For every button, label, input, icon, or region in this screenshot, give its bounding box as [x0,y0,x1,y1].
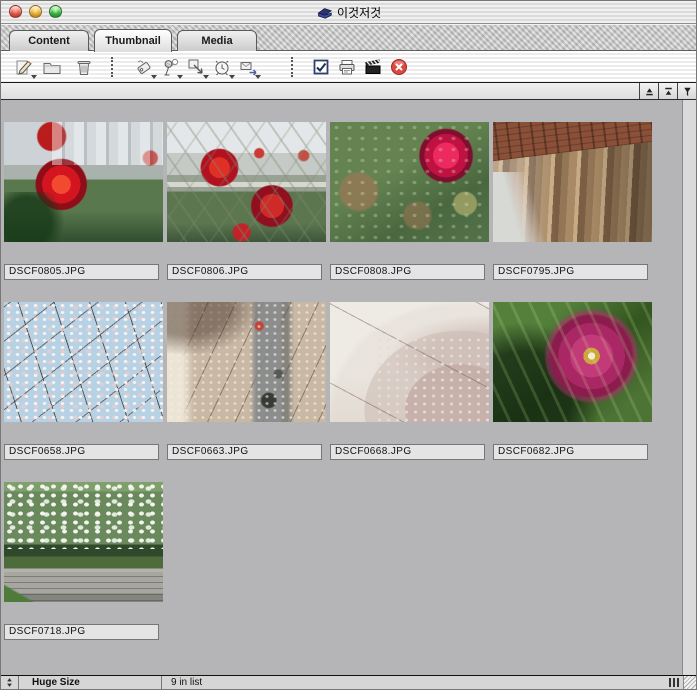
resize-button[interactable] [183,54,209,80]
thumbnail-filename[interactable]: DSCF0663.JPG [167,444,322,460]
thumbnail-cell: DSCF0808.JPG [330,122,493,302]
thumbnail-cell: DSCF0682.JPG [493,302,656,482]
pencil-icon [14,57,34,77]
resize-corner[interactable] [683,676,696,689]
microphone-icon [160,57,180,77]
thumbnail-cell: DSCF0795.JPG [493,122,656,302]
filter-icon [681,85,694,98]
move-icon [186,57,206,77]
toolbar-separator [291,57,293,77]
thumbnail-filename[interactable]: DSCF0668.JPG [330,444,485,460]
thumbnail-filename[interactable]: DSCF0718.JPG [4,624,159,640]
printer-icon [337,57,357,77]
tab-thumbnail[interactable]: Thumbnail [94,29,172,52]
thumbnail-cell: DSCF0658.JPG [4,302,167,482]
thumbnail-image[interactable] [493,122,652,242]
thumbnail-image[interactable] [330,302,489,422]
thumbnail-image[interactable] [4,122,163,242]
thumbnail-filename[interactable]: DSCF0682.JPG [493,444,648,460]
thumbnail-filename[interactable]: DSCF0805.JPG [4,264,159,280]
column-header-bar [1,83,696,100]
thumbnail-size-control[interactable]: Huge Size [1,676,162,689]
sort-eject-button[interactable] [658,83,677,99]
label-button[interactable] [131,54,157,80]
sort-eject-icon [662,85,675,98]
slideshow-button[interactable] [360,54,386,80]
close-button[interactable] [9,5,22,18]
window-controls [9,5,62,18]
tab-content[interactable]: Content [9,30,89,51]
size-label: Huge Size [19,677,80,688]
folder-button[interactable] [39,54,65,80]
toolbar [1,51,696,83]
sort-ascending-button[interactable] [639,83,658,99]
zoom-button[interactable] [49,5,62,18]
annotate-button[interactable] [11,54,37,80]
status-bar: Huge Size 9 in list [1,675,696,689]
select-button[interactable] [308,54,334,80]
send-button[interactable] [235,54,261,80]
thumbnail-cell: DSCF0663.JPG [167,302,330,482]
toolbar-separator [111,57,113,77]
item-count: 9 in list [162,677,202,688]
thumbnail-cell: DSCF0718.JPG [4,482,167,662]
dropdown-caret-icon [255,75,261,79]
window-title: 이것저것 [337,4,381,21]
thumbnail-grid: DSCF0805.JPG DSCF0806.JPG DSCF0808.JPG D… [4,122,656,662]
schedule-button[interactable] [209,54,235,80]
record-button[interactable] [157,54,183,80]
title-bar: 이것저것 [1,1,696,24]
pane-splitter-grip[interactable] [669,676,683,689]
cancel-button[interactable] [386,54,412,80]
thumbnail-image[interactable] [4,482,163,602]
delete-button[interactable] [71,54,97,80]
folder-icon [42,57,62,77]
thumbnail-image[interactable] [167,122,326,242]
dropdown-caret-icon [31,75,37,79]
sort-ascending-icon [643,85,656,98]
send-icon [238,57,258,77]
book-icon [317,6,332,20]
vertical-scrollbar[interactable] [682,100,696,676]
tab-media[interactable]: Media [177,30,257,51]
thumbnail-image[interactable] [493,302,652,422]
size-updown-icon [4,677,15,688]
thumbnail-filename[interactable]: DSCF0658.JPG [4,444,159,460]
trash-icon [74,57,94,77]
checkbox-icon [311,57,331,77]
clock-icon [212,57,232,77]
thumbnail-filename[interactable]: DSCF0806.JPG [167,264,322,280]
thumbnail-image[interactable] [330,122,489,242]
minimize-button[interactable] [29,5,42,18]
print-button[interactable] [334,54,360,80]
tab-label: Media [201,35,232,47]
tab-bar: Content Thumbnail Media [1,24,696,51]
tag-icon [134,57,154,77]
thumbnail-filename[interactable]: DSCF0795.JPG [493,264,648,280]
thumbnail-image[interactable] [167,302,326,422]
thumbnail-cell: DSCF0805.JPG [4,122,167,302]
thumbnail-cell: DSCF0806.JPG [167,122,330,302]
sort-filter-button[interactable] [677,83,696,99]
thumbnail-cell: DSCF0668.JPG [330,302,493,482]
clapperboard-icon [363,57,383,77]
app-window: 이것저것 Content Thumbnail Media [0,0,697,690]
tab-label: Content [28,35,70,47]
thumbnail-grid-area: DSCF0805.JPG DSCF0806.JPG DSCF0808.JPG D… [1,100,696,676]
cancel-icon [389,57,409,77]
thumbnail-image[interactable] [4,302,163,422]
thumbnail-filename[interactable]: DSCF0808.JPG [330,264,485,280]
tab-label: Thumbnail [105,35,161,47]
